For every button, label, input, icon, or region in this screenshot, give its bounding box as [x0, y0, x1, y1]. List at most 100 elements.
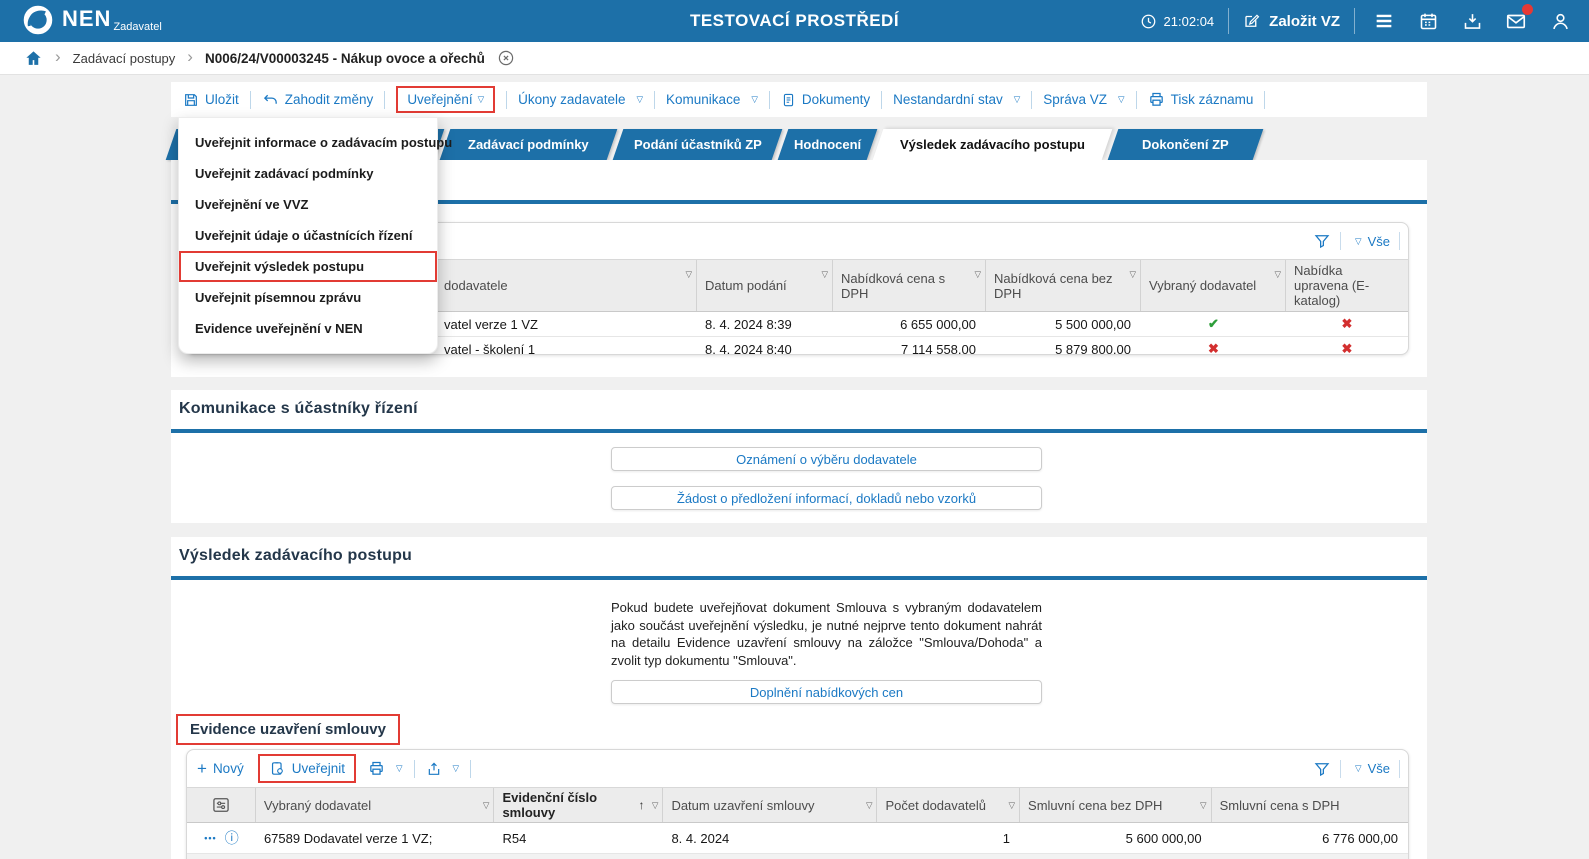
column-conclusion-date[interactable]: Datum uzavření smlouvy ▽: [663, 788, 878, 822]
contracting-actions-button[interactable]: Úkony zadavatele ▽: [518, 92, 643, 107]
column-settings[interactable]: [187, 788, 256, 822]
create-vz-button[interactable]: Založit VZ: [1243, 12, 1340, 30]
profile-button[interactable]: [1545, 6, 1575, 36]
chevron-down-icon: ▽: [477, 94, 485, 104]
publish-label: Uveřejnění: [407, 92, 473, 107]
menu-item-publish-vvz[interactable]: Uveřejnění ve VVZ: [179, 189, 437, 220]
calendar-button[interactable]: [1413, 6, 1443, 36]
publish-menu-button[interactable]: Uveřejnění ▽: [396, 86, 496, 113]
communication-button[interactable]: Komunikace ▽: [666, 92, 758, 107]
publish-contract-label: Uveřejnit: [291, 761, 345, 776]
publish-contract-button[interactable]: Uveřejnit: [257, 754, 356, 783]
contracts-toolbar: + Nový Uveřejnit ▽ ▽ ▽ Vše: [187, 750, 1408, 787]
filter-funnel-icon[interactable]: [1313, 760, 1331, 778]
printer-icon: [370, 761, 383, 775]
documents-button[interactable]: Dokumenty: [781, 92, 870, 108]
menu-item-publish-participants[interactable]: Uveřejnit údaje o účastnících řízení: [179, 220, 437, 251]
cell-price: 5 600 000,00: [1125, 830, 1202, 846]
section-title: Výsledek zadávacího postupu: [179, 547, 413, 564]
menu-item-publish-result[interactable]: Uveřejnit výsledek postupu: [179, 251, 437, 282]
column-contract-number[interactable]: Evidenční číslo smlouvy ↑ ▽: [494, 788, 664, 822]
column-selected-supplier[interactable]: Vybraný dodavatel ▽: [1141, 260, 1286, 311]
downloads-button[interactable]: [1457, 6, 1487, 36]
cell-price: 5 500 000,00: [1055, 316, 1131, 332]
print-table-button[interactable]: ▽: [368, 760, 403, 777]
column-filter-icon[interactable]: ▽: [866, 798, 873, 813]
tab-vysledek-zadavaciho-postupu[interactable]: Výsledek zadávacího postupu: [872, 129, 1113, 160]
cell-date: 8. 4. 2024 8:39: [705, 316, 792, 332]
request-documents-button[interactable]: Žádost o předložení informací, dokladů n…: [611, 486, 1042, 510]
print-record-button[interactable]: Tisk záznamu: [1148, 91, 1253, 108]
column-label: Nabídková cena s DPH: [841, 270, 946, 301]
column-filter-icon[interactable]: ▽: [652, 798, 659, 813]
menu-item-publish-written-report[interactable]: Uveřejnit písemnou zprávu: [179, 282, 437, 313]
column-label: Evidenční číslo smlouvy: [502, 790, 598, 820]
column-filter-icon[interactable]: ▽: [821, 267, 828, 282]
tab-dokonceni-zp[interactable]: Dokončení ZP: [1107, 129, 1264, 160]
save-label: Uložit: [205, 92, 239, 107]
column-filter-icon[interactable]: ▽: [1274, 267, 1281, 282]
column-price-with-vat[interactable]: Nabídková cena s DPH ▽: [833, 260, 986, 311]
toolbar-divider: [768, 90, 770, 109]
column-selected-supplier[interactable]: Vybraný dodavatel ▽: [256, 788, 495, 822]
info-icon[interactable]: ⓘ: [225, 828, 239, 848]
row-menu-icon[interactable]: •••: [204, 833, 216, 843]
filter-all-dropdown[interactable]: ▽ Vše: [1350, 761, 1390, 776]
messages-button[interactable]: [1501, 4, 1533, 36]
nonstandard-state-button[interactable]: Nestandardní stav ▽: [893, 92, 1020, 107]
plus-icon: +: [197, 758, 207, 778]
table-scrollbar-track[interactable]: [187, 854, 1408, 859]
menu-button[interactable]: [1369, 6, 1399, 36]
column-submit-date[interactable]: Datum podání ▽: [697, 260, 833, 311]
breadcrumb-current: N006/24/V00003245 - Nákup ovoce a ořechů: [204, 50, 485, 66]
document-icon: [783, 93, 793, 106]
tab-podani-ucastniku[interactable]: Podání účastníků ZP: [612, 129, 783, 160]
export-button[interactable]: ▽: [426, 761, 460, 777]
tab-label: Výsledek zadávacího postupu: [900, 137, 1085, 152]
contracts-table-panel: + Nový Uveřejnit ▽ ▽ ▽ Vše Vybraný dodav…: [186, 749, 1409, 859]
close-record-button[interactable]: [497, 49, 515, 67]
menu-item-publish-info[interactable]: Uveřejnit informace o zadávacím postupu: [179, 127, 452, 158]
column-filter-icon[interactable]: ▽: [1200, 798, 1207, 813]
menu-item-publish-conditions[interactable]: Uveřejnit zadávací podmínky: [179, 158, 437, 189]
contract-row[interactable]: ••• ⓘ 67589 Dodavatel verze 1 VZ; R54 8.…: [187, 823, 1408, 854]
breadcrumb-link-procedures[interactable]: Zadávací postupy: [73, 51, 176, 66]
home-icon[interactable]: [24, 49, 43, 68]
vz-admin-button[interactable]: Správa VZ ▽: [1043, 92, 1124, 107]
new-contract-button[interactable]: + Nový: [197, 759, 244, 779]
column-label: Nabídka upravena (E-katalog): [1294, 263, 1370, 308]
column-label: Smluvní cena bez DPH: [1028, 797, 1163, 813]
filter-all-dropdown[interactable]: ▽ Vše: [1350, 234, 1390, 249]
chevron-down-icon: ▽: [452, 763, 460, 773]
column-price-without-vat[interactable]: Smluvní cena bez DPH ▽: [1020, 788, 1212, 822]
menu-item-publication-records[interactable]: Evidence uveřejnění v NEN: [179, 313, 437, 344]
section-underline: [171, 429, 1427, 433]
column-filter-icon[interactable]: ▽: [483, 798, 490, 813]
column-supplier-count[interactable]: Počet dodavatelů ▽: [877, 788, 1021, 822]
supplement-prices-button[interactable]: Doplnění nabídkových cen: [611, 680, 1042, 704]
column-filter-icon[interactable]: ▽: [974, 267, 981, 282]
ecatalog-cross-icon: ✖: [1341, 316, 1353, 331]
topbar-divider: [1228, 8, 1230, 34]
column-price-without-vat[interactable]: Nabídková cena bez DPH ▽: [986, 260, 1141, 311]
tab-zadavaci-podminky[interactable]: Zadávací podmínky: [439, 129, 618, 160]
column-price-with-vat[interactable]: Smluvní cena s DPH: [1212, 788, 1408, 822]
column-filter-icon[interactable]: ▽: [1009, 798, 1016, 813]
save-button[interactable]: Uložit: [183, 92, 239, 108]
ecatalog-cross-icon: ✖: [1341, 341, 1353, 355]
column-filter-icon[interactable]: ▽: [1129, 267, 1136, 282]
controls-divider: [1340, 232, 1342, 250]
close-circle-icon: [498, 50, 514, 66]
create-vz-label: Založit VZ: [1269, 12, 1340, 30]
cell-contract-number: R54: [502, 830, 527, 846]
tab-hodnoceni[interactable]: Hodnocení: [777, 129, 878, 160]
column-filter-icon[interactable]: ▽: [685, 267, 692, 282]
filter-funnel-icon[interactable]: [1313, 232, 1331, 250]
discard-changes-button[interactable]: Zahodit změny: [262, 91, 373, 108]
breadcrumb-chevron-icon: ›: [187, 47, 193, 66]
column-label: Nabídková cena bez DPH: [994, 270, 1113, 301]
toolbar-divider: [654, 90, 656, 109]
toolbar-divider: [881, 90, 883, 109]
notice-of-selection-button[interactable]: Oznámení o výběru dodavatele: [611, 447, 1042, 471]
column-ecatalog[interactable]: Nabídka upravena (E-katalog): [1286, 260, 1408, 311]
